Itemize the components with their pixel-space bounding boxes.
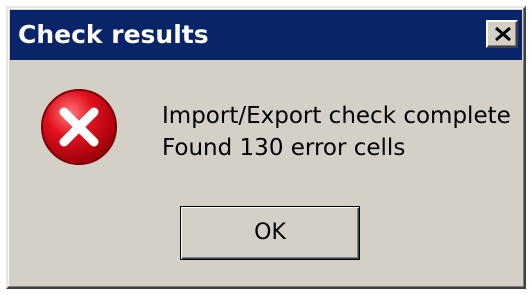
message-line-2: Found 130 error cells: [162, 135, 406, 161]
window-title: Check results: [18, 20, 209, 49]
close-icon: [495, 26, 511, 42]
message-line-1: Import/Export check complete: [162, 103, 511, 129]
title-bar[interactable]: Check results: [10, 10, 522, 60]
error-icon: [41, 89, 117, 165]
close-button[interactable]: [486, 20, 518, 48]
ok-button[interactable]: OK: [180, 206, 360, 260]
check-results-dialog: Check results Import/Export check comple…: [6, 6, 526, 289]
message-text: Import/Export check complete Found 130 e…: [162, 100, 511, 164]
